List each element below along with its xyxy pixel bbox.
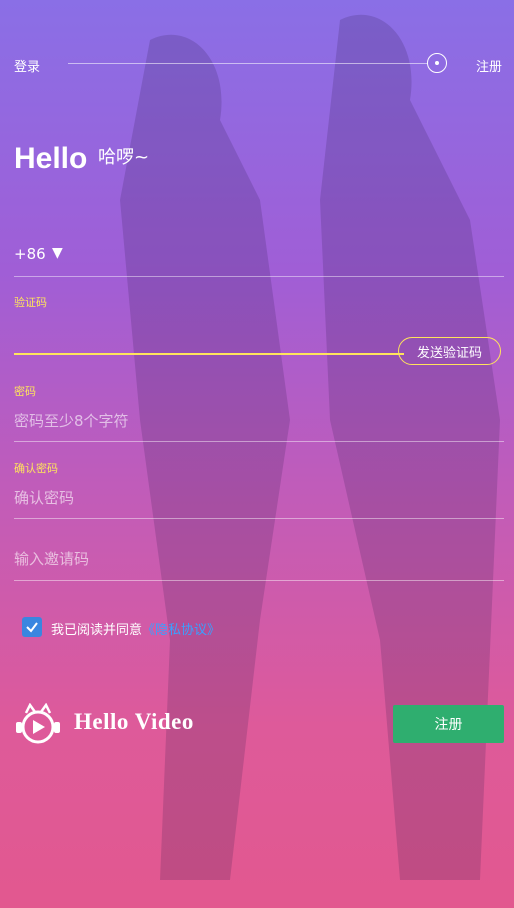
verification-underline	[14, 353, 404, 355]
invite-underline	[14, 580, 504, 581]
agreement-label: 我已阅读并同意	[51, 623, 143, 638]
login-tab[interactable]: 登录	[14, 56, 40, 75]
password-label: 密码	[14, 385, 36, 398]
register-tab[interactable]: 注册	[476, 56, 502, 75]
background-photo	[120, 14, 500, 880]
check-icon	[26, 622, 38, 633]
verification-label: 验证码	[14, 296, 47, 309]
password-underline	[14, 441, 504, 442]
brand-name: Hello Video	[74, 709, 194, 734]
confirm-password-label: 确认密码	[14, 462, 58, 475]
phone-underline	[14, 276, 504, 277]
app-logo-icon	[16, 703, 60, 744]
switch-knob[interactable]	[427, 53, 447, 73]
confirm-underline	[14, 518, 504, 519]
password-input[interactable]	[14, 408, 504, 434]
greeting-subtitle: 哈啰~	[98, 147, 150, 168]
invite-code-input[interactable]	[14, 546, 504, 572]
switch-track	[68, 63, 428, 64]
agreement-checkbox[interactable]	[22, 617, 42, 637]
send-code-button[interactable]: 发送验证码	[398, 337, 501, 365]
privacy-link[interactable]: 《隐私协议》	[142, 623, 220, 638]
caret-down-icon[interactable]: ▼	[52, 245, 63, 261]
country-code[interactable]: +86	[14, 245, 46, 263]
agreement-text: 我已阅读并同意《隐私协议》	[51, 619, 220, 638]
confirm-password-input[interactable]	[14, 485, 504, 511]
greeting-title: Hello	[14, 142, 88, 175]
register-button[interactable]: 注册	[393, 705, 504, 743]
